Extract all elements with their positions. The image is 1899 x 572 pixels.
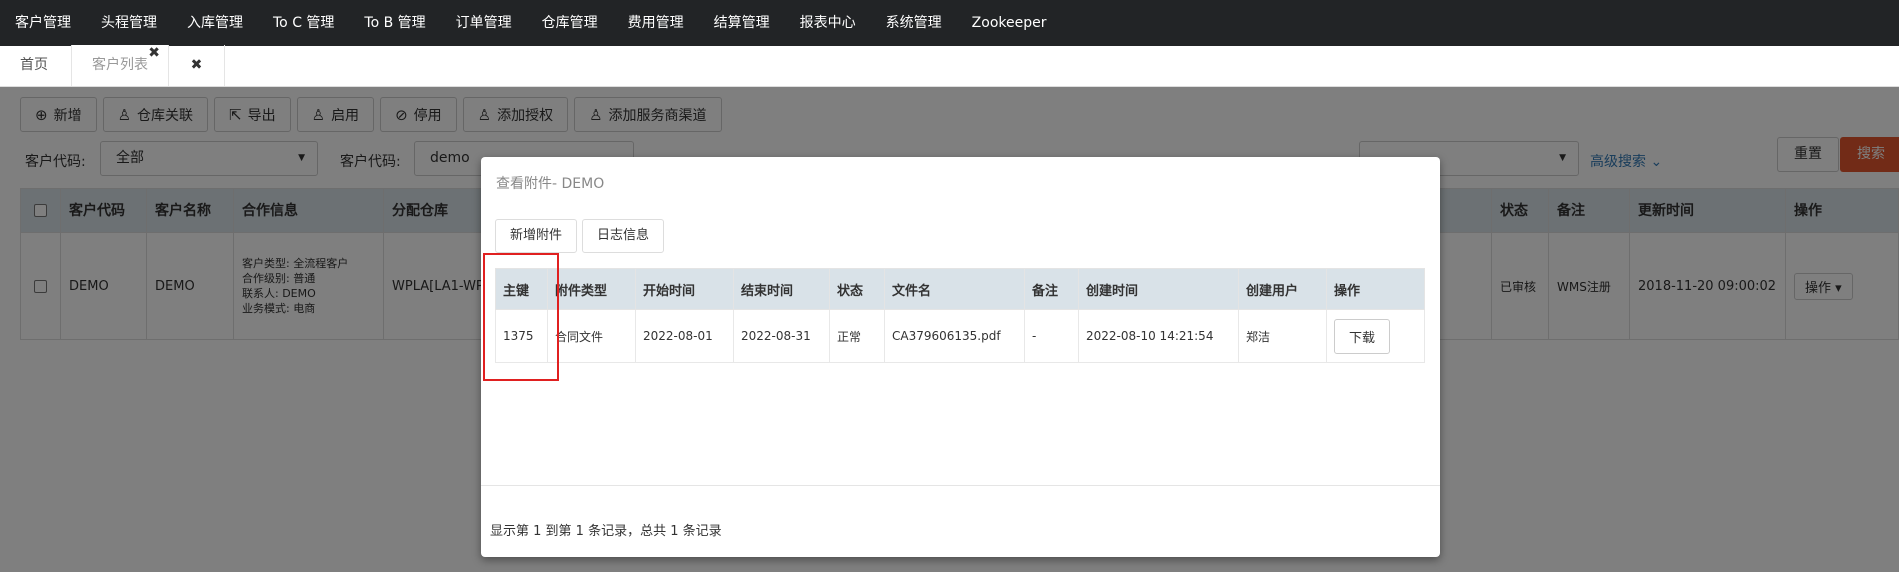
cell-end: 2022-08-31	[733, 309, 830, 363]
col-created-time[interactable]: 创建时间	[1078, 268, 1239, 310]
col-actions: 操作	[1326, 268, 1425, 310]
nav-settlement[interactable]: 结算管理	[699, 0, 785, 46]
cell-filename: CA379606135.pdf	[884, 309, 1025, 363]
nav-fees[interactable]: 费用管理	[613, 0, 699, 46]
add-attachment-button[interactable]: 新增附件	[495, 219, 578, 253]
col-attachment-type[interactable]: 附件类型	[547, 268, 636, 310]
col-start-time[interactable]: 开始时间	[635, 268, 734, 310]
tab-home[interactable]: 首页	[0, 45, 72, 86]
col-end-time[interactable]: 结束时间	[733, 268, 830, 310]
nav-customer[interactable]: 客户管理	[0, 0, 86, 46]
tab-bar: 首页 客户列表 ✖ ✖	[0, 45, 1899, 87]
modal-title: 查看附件- DEMO	[496, 176, 605, 192]
pagination-info: 显示第 1 到第 1 条记录，总共 1 条记录	[490, 524, 722, 539]
attachment-modal: 查看附件- DEMO 新增附件 日志信息 主键 附件类型 开始时间 结束时间 状…	[481, 157, 1440, 557]
close-icon: ✖	[190, 57, 203, 73]
highlight-annotation	[483, 253, 559, 381]
cell-start: 2022-08-01	[635, 309, 734, 363]
nav-orders[interactable]: 订单管理	[441, 0, 527, 46]
download-button[interactable]: 下载	[1334, 318, 1391, 354]
col-status[interactable]: 状态	[829, 268, 885, 310]
cell-remark: -	[1024, 309, 1079, 363]
cell-action: 下载	[1326, 309, 1425, 363]
attachment-table-header: 主键 附件类型 开始时间 结束时间 状态 文件名 备注 创建时间 创建用户 操作	[495, 268, 1425, 310]
top-nav: 客户管理 头程管理 入库管理 To C 管理 To B 管理 订单管理 仓库管理…	[0, 0, 1899, 46]
close-all-tabs-button[interactable]: ✖	[169, 45, 225, 86]
modal-divider	[481, 485, 1440, 486]
col-remark[interactable]: 备注	[1024, 268, 1079, 310]
nav-warehouse[interactable]: 仓库管理	[527, 0, 613, 46]
cell-type: 合同文件	[547, 309, 636, 363]
tab-customer-list[interactable]: 客户列表 ✖	[72, 45, 169, 86]
modal-toolbar: 新增附件 日志信息	[495, 219, 665, 253]
cell-status: 正常	[829, 309, 885, 363]
nav-reports[interactable]: 报表中心	[785, 0, 871, 46]
col-created-user[interactable]: 创建用户	[1238, 268, 1327, 310]
close-icon[interactable]: ✖	[148, 33, 160, 74]
attachment-table: 主键 附件类型 开始时间 结束时间 状态 文件名 备注 创建时间 创建用户 操作…	[495, 268, 1425, 363]
table-row[interactable]: 1375 合同文件 2022-08-01 2022-08-31 正常 CA379…	[495, 309, 1425, 363]
nav-toc[interactable]: To C 管理	[258, 0, 349, 46]
nav-system[interactable]: 系统管理	[871, 0, 957, 46]
nav-inbound[interactable]: 入库管理	[172, 0, 258, 46]
tab-customer-list-label: 客户列表	[92, 57, 148, 73]
nav-tob[interactable]: To B 管理	[349, 0, 440, 46]
log-info-button[interactable]: 日志信息	[582, 219, 665, 253]
nav-zookeeper[interactable]: Zookeeper	[957, 0, 1062, 46]
cell-created: 2022-08-10 14:21:54	[1078, 309, 1239, 363]
cell-user: 郑洁	[1238, 309, 1327, 363]
col-filename[interactable]: 文件名	[884, 268, 1025, 310]
